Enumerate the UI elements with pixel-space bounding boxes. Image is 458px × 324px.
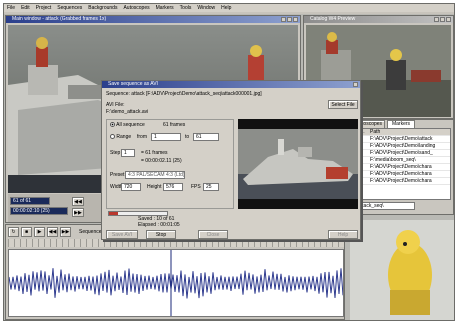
menu-autoscopes[interactable]: Autoscopes (123, 5, 149, 11)
avi-file-label: AVI File: (106, 102, 125, 108)
elapsed-status: Elapsed : 00:01:05 (138, 222, 180, 228)
dialog-ship-image (238, 129, 358, 199)
preset-label: Preset (110, 172, 125, 178)
close-button[interactable]: Close (198, 230, 228, 239)
frames-count: 61 frames (163, 122, 186, 128)
rewind-icon: ◀◀ (48, 229, 57, 235)
height-field[interactable]: 576 (163, 183, 183, 191)
to-field[interactable]: 61 (193, 133, 219, 141)
forward-icon: ▶▶ (61, 229, 70, 235)
rewind-icon: ◀◀ (74, 199, 82, 205)
menu-window[interactable]: Window (197, 5, 215, 11)
window-minimize-icon[interactable] (434, 17, 439, 22)
waveform-graphic (8, 250, 344, 316)
menu-tools[interactable]: Tools (180, 5, 192, 11)
menu-markers[interactable]: Markers (156, 5, 174, 11)
step-field[interactable]: 1 (121, 149, 135, 157)
duration-text: = 00:00:02.11 (25) (141, 158, 182, 164)
list-item[interactable]: F:\ADV\Project\Demo\chara (356, 171, 450, 178)
timecode-display: 00:00:02:10 (25) (10, 207, 68, 215)
forward-button[interactable]: ▶▶ (72, 208, 84, 217)
play-icon: ▶ (37, 229, 42, 235)
stop-button[interactable]: Stop (146, 230, 176, 239)
app-toolbar-strip (4, 12, 454, 14)
preview-window-titlebar[interactable]: Catalog W4 Preview (304, 16, 453, 23)
forward-icon: ▶▶ (74, 210, 82, 216)
from-field[interactable]: 1 (151, 133, 181, 141)
stop-icon: ■ (24, 229, 29, 235)
save-dialog-title: Save sequence as AVI (108, 81, 158, 87)
menu-bar: File Edit Project Sequences Backgrounds … (4, 4, 454, 12)
list-item[interactable]: F:\ADV\Project\Demo\landing (356, 143, 450, 150)
menu-edit[interactable]: Edit (21, 5, 30, 11)
sequence-path: Sequence: attack [F:\ADV\Project\Demo\at… (106, 91, 262, 97)
from-label: from (137, 134, 147, 140)
menu-file[interactable]: File (7, 5, 15, 11)
character-image (350, 220, 454, 320)
window-minimize-icon[interactable] (281, 17, 286, 22)
range-label: Range (116, 134, 132, 140)
forward-button[interactable]: ▶▶ (60, 227, 71, 237)
fps-field[interactable]: 25 (203, 183, 219, 191)
window-maximize-icon[interactable] (287, 17, 292, 22)
list-item[interactable]: F:\media\boom_seq\ (356, 157, 450, 164)
markers-panel: Autoscopes Markers Fr... Path F:\ADV\Pro… (352, 119, 454, 215)
timeline-ruler[interactable] (8, 239, 344, 247)
list-footer-path: attack_seq\ (355, 202, 415, 210)
menu-help[interactable]: Help (221, 5, 231, 11)
save-dialog-titlebar[interactable]: Save sequence as AVI (102, 81, 360, 88)
list-item[interactable]: F:\ADV\Project\Demo\chara (356, 178, 450, 185)
all-sequence-option[interactable]: All sequence (110, 122, 145, 129)
save-avi-button[interactable]: Save AVI (106, 230, 138, 239)
radio-range-icon (110, 134, 115, 140)
range-group: All sequence 61 frames Range from 1 to 6… (106, 119, 234, 209)
preset-select[interactable]: 4:3 PAL/SECAM 4:3 (Ltd) (125, 171, 185, 179)
width-field[interactable]: 720 (121, 183, 141, 191)
window-close-icon[interactable] (293, 17, 298, 22)
list-item[interactable]: F:\ADV\Project\Demo\sand_ (356, 150, 450, 157)
menu-sequences[interactable]: Sequences (57, 5, 82, 11)
loop-button[interactable]: ↻ (8, 227, 19, 237)
rewind-button[interactable]: ◀◀ (47, 227, 58, 237)
window-maximize-icon[interactable] (440, 17, 445, 22)
stop-button[interactable]: ■ (21, 227, 32, 237)
loop-icon: ↻ (11, 229, 16, 235)
to-label: to (185, 134, 190, 140)
frame-counter: 61 of 61 (10, 197, 50, 205)
preview-window-title: Catalog W4 Preview (310, 16, 356, 22)
avi-file-value: F:\demo_attack.avi (106, 109, 149, 115)
rewind-button[interactable]: ◀◀ (72, 197, 84, 206)
list-header: Fr... Path (356, 129, 450, 136)
sequence-list[interactable]: Fr... Path F:\ADV\Project\Demo\attack F:… (355, 128, 451, 200)
dialog-preview-frame (238, 119, 358, 209)
select-file-button[interactable]: Select File (328, 100, 358, 109)
save-avi-dialog: Save sequence as AVI Sequence: attack [F… (101, 80, 361, 240)
all-sequence-label: All sequence (116, 122, 145, 128)
range-option[interactable]: Range (110, 134, 131, 141)
panel-tabs: Autoscopes Markers (353, 120, 453, 129)
menu-backgrounds[interactable]: Backgrounds (88, 5, 117, 11)
step-frames: = 61 frames (141, 150, 168, 156)
audio-waveform[interactable] (8, 249, 344, 317)
main-window-titlebar[interactable]: Main window - attack (Grabbed frames 1x) (6, 16, 300, 23)
height-label: Height (147, 184, 162, 190)
window-close-icon[interactable] (353, 82, 358, 87)
save-progress-fill (109, 212, 119, 215)
radio-all-icon (110, 122, 115, 128)
list-item[interactable]: F:\ADV\Project\Demo\attack (356, 136, 450, 143)
play-button[interactable]: ▶ (34, 227, 45, 237)
main-window-title: Main window - attack (Grabbed frames 1x) (12, 16, 107, 22)
list-item[interactable]: F:\ADV\Project\Demo\chara (356, 164, 450, 171)
help-button[interactable]: Help (328, 230, 358, 239)
step-label: Step (110, 150, 121, 156)
menu-project[interactable]: Project (36, 5, 52, 11)
list-header-path: Path (370, 129, 381, 135)
fps-label: FPS (191, 184, 201, 190)
window-close-icon[interactable] (446, 17, 451, 22)
